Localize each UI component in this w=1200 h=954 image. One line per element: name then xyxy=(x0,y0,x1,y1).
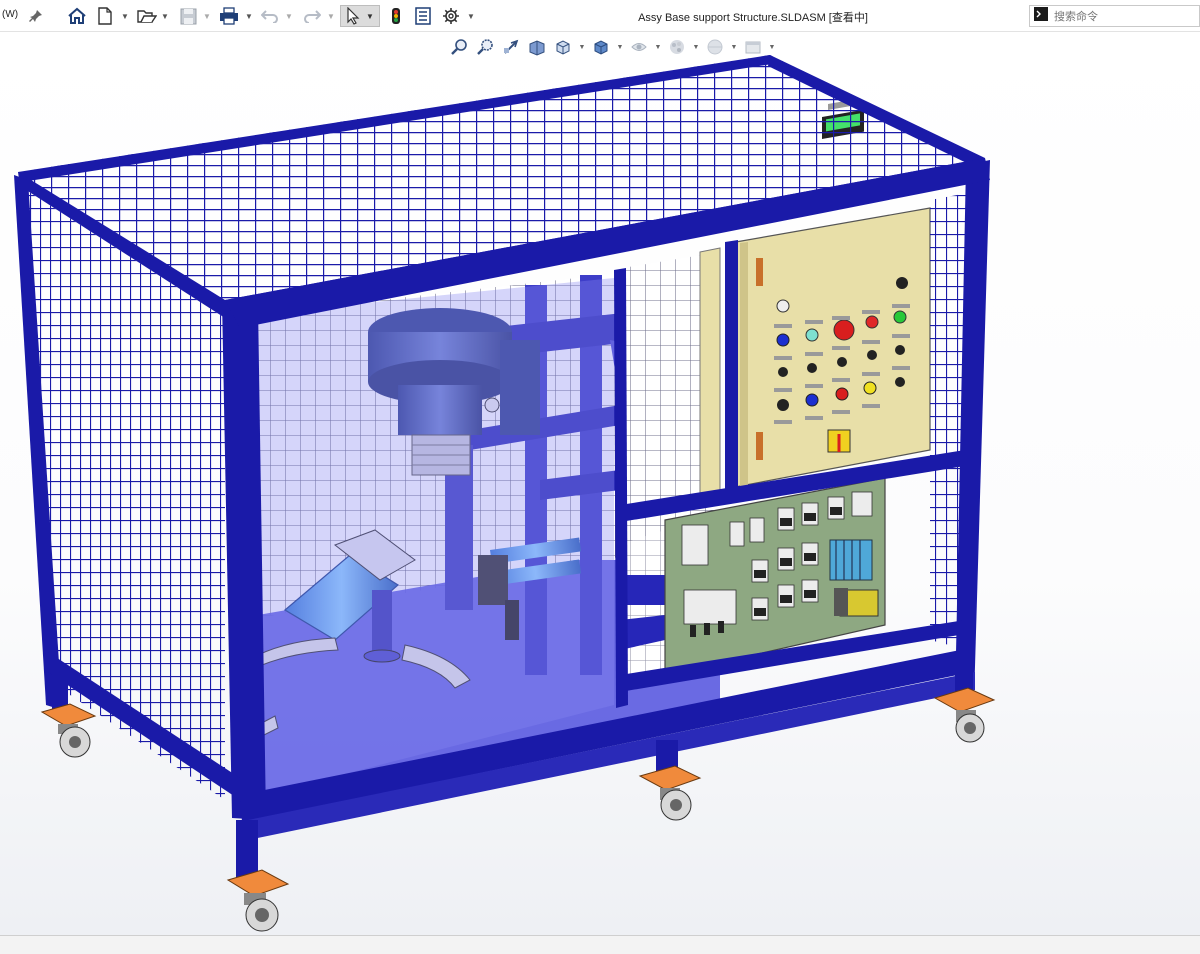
assembly-model[interactable] xyxy=(0,33,1200,935)
traffic-light-icon[interactable] xyxy=(388,5,404,27)
menu-stub[interactable]: (W) xyxy=(2,9,18,20)
redo-dropdown-icon: ▼ xyxy=(327,11,335,21)
home-icon[interactable] xyxy=(66,5,88,27)
front-glass xyxy=(245,278,614,795)
print-dropdown-icon[interactable]: ▼ xyxy=(244,5,254,27)
graphics-area[interactable]: ▼ ▼ ▼ ▼ ▼ ▼ xyxy=(0,33,1200,935)
undo-icon xyxy=(260,5,280,27)
file-properties-icon[interactable] xyxy=(412,5,434,27)
document-title: Assy Base support Structure.SLDASM [查看中] xyxy=(638,12,868,24)
new-document-icon[interactable] xyxy=(96,5,114,27)
new-document-dropdown-icon[interactable]: ▼ xyxy=(120,5,130,27)
redo-icon xyxy=(302,5,322,27)
caster-rear-left xyxy=(40,703,97,758)
save-dropdown-icon: ▼ xyxy=(203,11,211,21)
save-icon xyxy=(178,5,198,27)
options-icon[interactable] xyxy=(440,5,462,27)
search-input[interactable] xyxy=(1054,9,1184,23)
caster-front-middle xyxy=(638,765,702,821)
status-bar xyxy=(0,935,1200,954)
print-icon[interactable] xyxy=(218,5,240,27)
open-dropdown-icon[interactable]: ▼ xyxy=(160,5,170,27)
title-bar: (W) ▼ ▼ ▼ ▼ ▼ ▼ ▼ ▼ Assy Base support St… xyxy=(0,0,1200,32)
undo-dropdown-icon: ▼ xyxy=(285,11,293,21)
caster-front-right xyxy=(933,687,996,743)
open-icon[interactable] xyxy=(136,5,158,27)
command-search[interactable] xyxy=(1029,5,1200,27)
options-dropdown-icon[interactable]: ▼ xyxy=(466,5,476,27)
command-prompt-icon xyxy=(1034,6,1048,26)
side-window xyxy=(622,247,721,515)
pin-icon[interactable] xyxy=(28,5,44,27)
caster-front-left xyxy=(226,869,290,932)
select-icon[interactable]: ▼ xyxy=(340,5,380,27)
